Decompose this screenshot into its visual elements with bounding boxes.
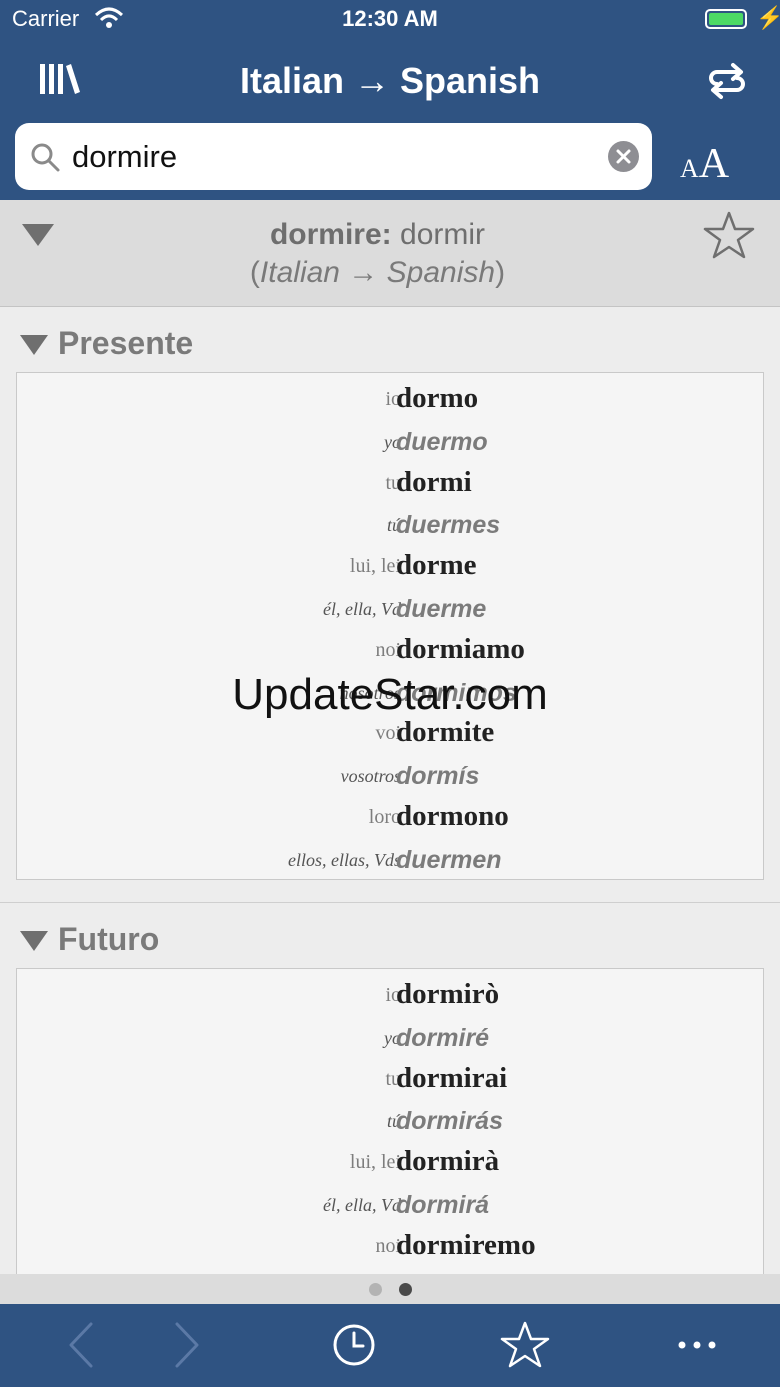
verb-form: dormirà bbox=[396, 1145, 500, 1178]
conjugation-table-futuro: io dormirò yo dormiré tu dormirai tú dormirás lu… bbox=[16, 968, 764, 1288]
table-row: yo duermo bbox=[17, 419, 763, 461]
section-header-presente[interactable]: Presente bbox=[0, 309, 780, 375]
charging-bolt-icon: ⚡ bbox=[756, 5, 780, 30]
verb-form: dormirai bbox=[396, 1061, 508, 1094]
search-icon bbox=[31, 143, 60, 172]
table-row: noi dormiamo bbox=[17, 628, 763, 670]
swap-direction-icon[interactable] bbox=[705, 60, 749, 100]
nav-bar: Italian → Spanish AA bbox=[0, 40, 780, 200]
entry-direction: Italian → Spanish bbox=[259, 256, 496, 289]
table-row: vosotros dormís bbox=[17, 753, 763, 795]
page-dot-current[interactable] bbox=[399, 1283, 412, 1296]
watermark: UpdateStar.com bbox=[232, 670, 548, 719]
back-arrow-icon[interactable] bbox=[58, 1320, 108, 1370]
table-row: loro dormono bbox=[17, 795, 763, 837]
verb-form: dormo bbox=[396, 382, 479, 414]
search-input[interactable] bbox=[72, 133, 592, 180]
verb-form: dormiamo bbox=[396, 632, 525, 665]
verb-form: dormite bbox=[396, 716, 495, 749]
headword-translation: dormir bbox=[400, 218, 486, 251]
table-row: tú dormirás bbox=[17, 1098, 763, 1140]
collapse-triangle-icon[interactable] bbox=[20, 335, 48, 355]
headword-separator: : bbox=[381, 218, 392, 251]
pronoun-label: ellos, ellas, Vds bbox=[288, 849, 401, 870]
clock-time: 12:30 AM bbox=[342, 6, 438, 31]
history-clock-icon[interactable] bbox=[329, 1320, 379, 1370]
table-row: él, ella, Vd dormirá bbox=[17, 1182, 763, 1224]
verb-form: duerme bbox=[396, 595, 487, 623]
paren-open: ( bbox=[249, 256, 260, 289]
pronoun-label: vosotros bbox=[340, 766, 401, 787]
verb-form: duermo bbox=[396, 427, 488, 456]
verb-form: dormirás bbox=[396, 1107, 503, 1136]
table-row: lui, lei dorme bbox=[17, 544, 763, 586]
table-row: ellos, ellas, Vds duermen bbox=[17, 837, 763, 879]
verb-form: dormiremo bbox=[396, 1228, 536, 1261]
table-row: él, ella, Vd duerme bbox=[17, 586, 763, 628]
entry-header[interactable]: dormire: dormir (Italian → Spanish) bbox=[0, 200, 780, 307]
verb-form: dormirá bbox=[396, 1191, 490, 1219]
section-label: Presente bbox=[58, 325, 194, 361]
entry-headword-line: dormire: dormir bbox=[0, 218, 755, 252]
pronoun-label: lui, lei bbox=[349, 1151, 401, 1174]
search-bar bbox=[15, 123, 652, 190]
battery-icon bbox=[705, 9, 747, 29]
paren-close: ) bbox=[495, 256, 506, 289]
table-row: io dormo bbox=[17, 377, 763, 419]
table-row: lui, lei dormirà bbox=[17, 1140, 763, 1182]
section-header-futuro[interactable]: Futuro bbox=[0, 905, 780, 971]
star-icon[interactable] bbox=[703, 211, 755, 259]
pronoun-label: él, ella, Vd bbox=[323, 599, 401, 619]
verb-form: dormiré bbox=[396, 1023, 490, 1052]
table-row: yo dormiré bbox=[17, 1015, 763, 1057]
collapse-triangle-icon[interactable] bbox=[20, 931, 48, 951]
verb-form: dormi bbox=[396, 465, 472, 498]
verb-form: dormirò bbox=[396, 978, 500, 1010]
pronoun-label: él, ella, Vd bbox=[323, 1195, 401, 1215]
clear-icon[interactable] bbox=[608, 141, 639, 172]
section-label: Futuro bbox=[58, 921, 160, 957]
page-dot[interactable] bbox=[369, 1283, 382, 1296]
entry-direction-line: (Italian → Spanish) bbox=[0, 256, 755, 290]
section-divider bbox=[0, 902, 780, 903]
bottom-toolbar bbox=[0, 1304, 780, 1387]
font-size-icon[interactable]: AA bbox=[680, 140, 729, 188]
nav-title: Italian → Spanish bbox=[239, 60, 541, 101]
table-row: tu dormirai bbox=[17, 1057, 763, 1099]
table-row: io dormirò bbox=[17, 973, 763, 1015]
table-row: noi dormiremo bbox=[17, 1224, 763, 1266]
verb-form: dormís bbox=[396, 762, 480, 791]
verb-form: duermen bbox=[396, 845, 502, 874]
pronoun-label: lui, lei bbox=[349, 555, 401, 578]
table-row: tú duermes bbox=[17, 502, 763, 544]
forward-arrow-icon[interactable] bbox=[160, 1320, 210, 1370]
verb-form: duermes bbox=[396, 511, 501, 540]
verb-form: dorme bbox=[396, 549, 477, 582]
table-row: tu dormi bbox=[17, 461, 763, 503]
verb-form: dormono bbox=[396, 800, 509, 832]
conjugation-table-presente: io dormo yo duermo tu dormi tú duermes lui, lei d… bbox=[16, 372, 764, 880]
headword: dormire bbox=[269, 218, 382, 251]
favorites-star-icon[interactable] bbox=[500, 1320, 550, 1370]
more-icon[interactable] bbox=[672, 1320, 722, 1370]
page-indicator bbox=[0, 1274, 780, 1304]
status-bar: Carrier 12:30 AM ⚡ bbox=[0, 0, 780, 40]
